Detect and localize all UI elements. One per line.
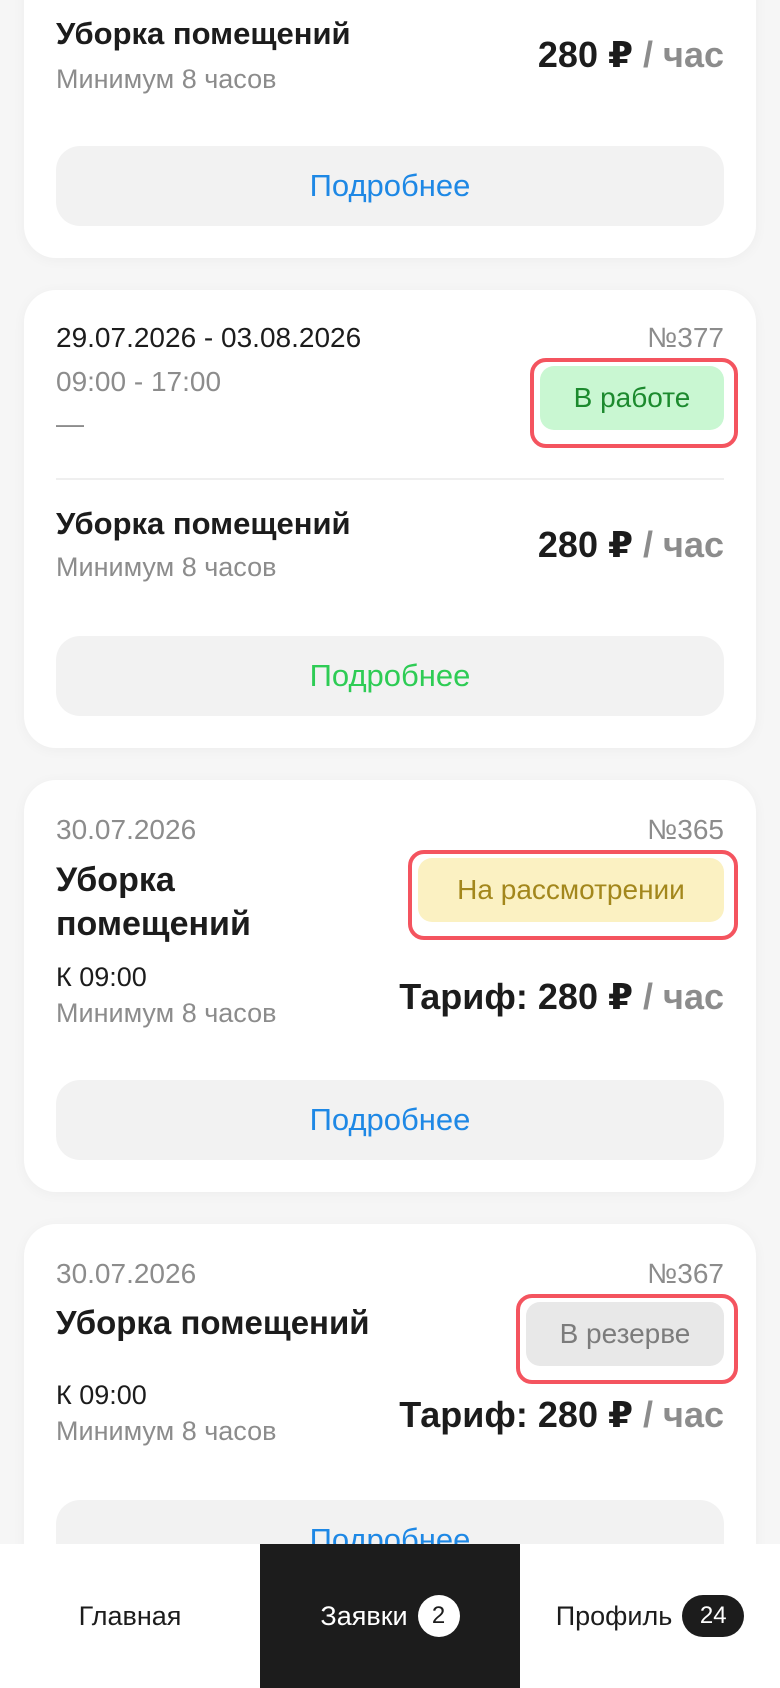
price-value: 280 ₽ bbox=[537, 524, 634, 565]
minimum-hours: Минимум 8 часов bbox=[56, 64, 277, 94]
minimum-hours: Минимум 8 часов bbox=[56, 1416, 277, 1446]
dash-placeholder: — bbox=[56, 408, 84, 439]
request-card: Уборка помещений Минимум 8 часов 280 ₽ /… bbox=[24, 0, 756, 258]
nav-requests-label: Заявки bbox=[320, 1600, 408, 1631]
price: 280 ₽ / час bbox=[538, 34, 724, 76]
details-button[interactable]: Подробнее bbox=[56, 1080, 724, 1160]
nav-profile-label: Профиль bbox=[555, 1600, 673, 1631]
request-card: 29.07.2026 - 03.08.2026 09:00 - 17:00 — … bbox=[24, 290, 756, 748]
price-value: 280 ₽ bbox=[537, 34, 634, 75]
service-name: Уборка помещений bbox=[56, 16, 351, 51]
status-badge: На рассмотрении bbox=[418, 858, 724, 922]
request-card: 30.07.2026 №365 Уборка помещений На расс… bbox=[24, 780, 756, 1192]
service-name: Уборка помещений bbox=[56, 1304, 370, 1341]
start-time: К 09:00 bbox=[56, 1380, 147, 1410]
details-button[interactable]: Подробнее bbox=[56, 636, 724, 716]
requests-count-badge: 2 bbox=[417, 1595, 460, 1637]
price-unit: / час bbox=[643, 34, 724, 75]
details-button[interactable]: Подробнее bbox=[56, 146, 724, 226]
divider bbox=[56, 478, 724, 480]
tariff: Тариф: 280 ₽ / час bbox=[399, 976, 724, 1018]
time-range: 09:00 - 17:00 bbox=[56, 366, 222, 397]
status-badge: В работе bbox=[540, 366, 724, 430]
price-unit: / час bbox=[643, 524, 724, 565]
nav-home[interactable]: Главная bbox=[0, 1544, 260, 1688]
request-number: №365 bbox=[647, 814, 724, 845]
price: 280 ₽ / час bbox=[538, 524, 724, 566]
service-name: Уборка помещений bbox=[56, 858, 251, 946]
nav-profile[interactable]: Профиль 24 bbox=[520, 1544, 780, 1688]
requests-screen: Уборка помещений Минимум 8 часов 280 ₽ /… bbox=[0, 0, 780, 1688]
nav-home-label: Главная bbox=[78, 1600, 182, 1631]
request-date: 30.07.2026 bbox=[56, 1258, 197, 1289]
service-name-line: Уборка bbox=[56, 861, 175, 899]
profile-count-badge: 24 bbox=[682, 1595, 745, 1637]
status-badge: В резерве bbox=[526, 1302, 724, 1366]
price-unit: / час bbox=[643, 976, 724, 1017]
tariff-value: Тариф: 280 ₽ bbox=[399, 976, 634, 1017]
minimum-hours: Минимум 8 часов bbox=[56, 552, 277, 582]
nav-requests[interactable]: Заявки 2 bbox=[260, 1544, 520, 1688]
date-range: 29.07.2026 - 03.08.2026 bbox=[56, 322, 362, 353]
price-unit: / час bbox=[643, 1394, 724, 1435]
service-name: Уборка помещений bbox=[56, 506, 351, 541]
start-time: К 09:00 bbox=[56, 962, 147, 992]
bottom-navigation: Главная Заявки 2 Профиль 24 bbox=[0, 1544, 780, 1688]
tariff-value: Тариф: 280 ₽ bbox=[399, 1394, 634, 1435]
service-name-line: помещений bbox=[56, 905, 251, 943]
request-date: 30.07.2026 bbox=[56, 814, 197, 845]
request-number: №367 bbox=[647, 1258, 724, 1289]
request-number: №377 bbox=[647, 322, 724, 353]
minimum-hours: Минимум 8 часов bbox=[56, 998, 277, 1028]
tariff: Тариф: 280 ₽ / час bbox=[399, 1394, 724, 1436]
